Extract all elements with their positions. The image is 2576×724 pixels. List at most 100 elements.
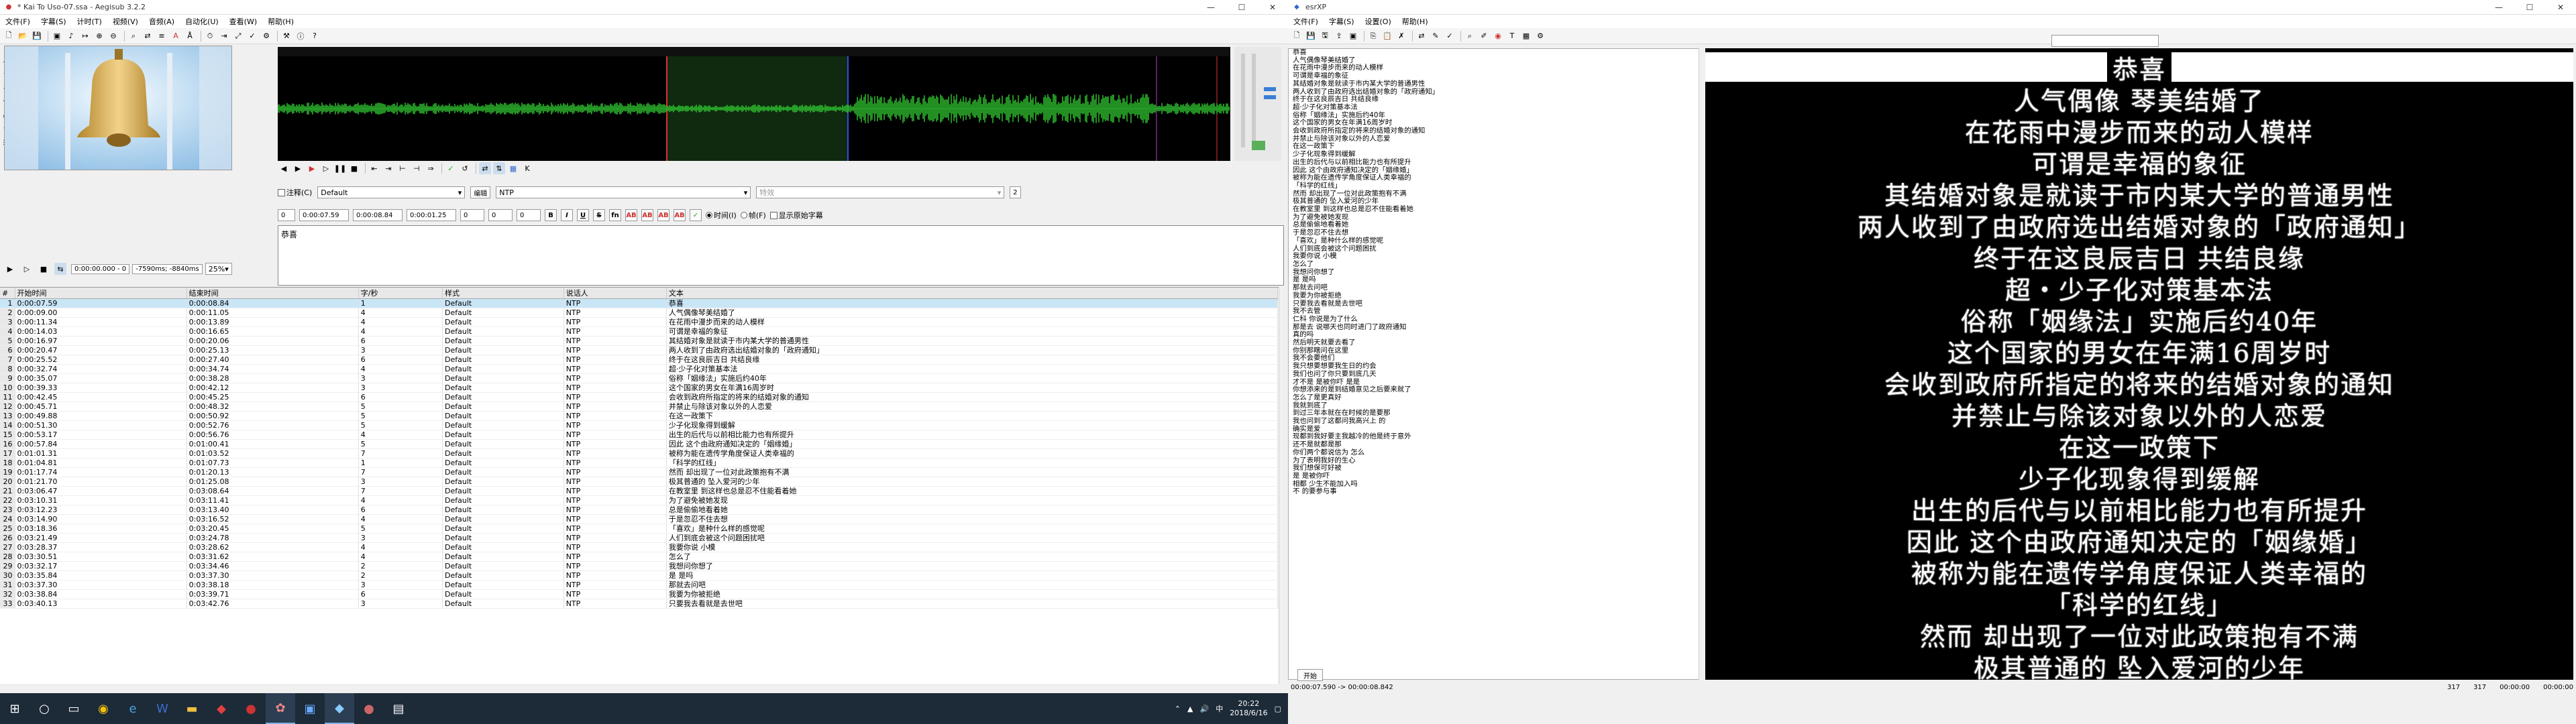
esr-minimize-button[interactable]: — <box>2483 0 2514 15</box>
video-details-icon[interactable]: ⓘ <box>294 30 307 42</box>
grid-row[interactable]: 25 0:03:18.36 0:03:20.45 5 Default NTP 「喜欢」是种什… <box>0 524 1279 534</box>
karaoke-icon[interactable]: K <box>521 162 533 174</box>
help-icon[interactable]: ? <box>309 30 321 42</box>
esr-list-item[interactable]: 人们到底会被这个问题困扰 <box>1293 245 1699 253</box>
app-icon-3[interactable]: ▣ <box>295 693 325 724</box>
esr-preview-subtitle-line[interactable]: 其结婚对象是就读于市内某大学的普通男性 <box>1705 178 2573 210</box>
esr-preview-subtitle-line[interactable]: 人气偶像 琴美结婚了 <box>1705 84 2573 116</box>
esr-subtitle-list[interactable]: 恭喜 人气偶像琴美结婚了 在花雨中漫步而来的动人模样 可谓是幸福的象征 其结婚对象是就… <box>1288 48 1700 680</box>
video-play-line-icon[interactable]: ▷ <box>21 263 33 275</box>
primary-color-button[interactable]: AB <box>625 209 637 221</box>
grid-column-header[interactable]: # <box>0 288 15 299</box>
esr-list-item[interactable]: 「喜欢」是种什么样的感觉呢 <box>1293 237 1699 245</box>
esr-list-item[interactable]: 相都 少生不能加入吗 <box>1293 480 1699 489</box>
aegi-menu-item[interactable]: 自动化(U) <box>180 16 224 27</box>
find-icon[interactable]: ⌕ <box>127 30 140 42</box>
frame-radio[interactable]: 帧(F) <box>740 210 766 221</box>
grid-row[interactable]: 29 0:03:32.17 0:03:34.46 2 Default NTP 我想问你想了 <box>0 561 1279 571</box>
automation-icon[interactable]: ⚙ <box>260 30 272 42</box>
effect-input[interactable]: 特效 ▾ <box>756 186 1005 198</box>
resample-icon[interactable]: ⤢ <box>232 30 244 42</box>
esr-preview-subtitle-line[interactable]: 这个国家的男女在年满16周岁时 <box>1705 336 2573 368</box>
esr-menu-item[interactable]: 文件(F) <box>1288 16 1324 27</box>
esr-list-item[interactable]: 仁科 你说是为了什么 <box>1293 315 1699 324</box>
italic-button[interactable]: I <box>561 209 573 221</box>
esr-list-item[interactable]: 被称为能在遗传学角度保证人类幸福的 <box>1293 174 1699 182</box>
ie-icon[interactable]: e <box>118 693 148 724</box>
grid-row[interactable]: 32 0:03:38.84 0:03:39.71 6 Default NTP 我要为你被拒绝 <box>0 589 1279 599</box>
prev-line-icon[interactable]: ◀ <box>278 162 290 174</box>
esr-list-item[interactable]: 现都到我好要主我越冷的他是终于意外 <box>1293 433 1699 441</box>
minimize-button[interactable]: — <box>1195 0 1226 15</box>
video-play-icon[interactable]: ▶ <box>4 263 16 275</box>
margin-vertical-field[interactable]: 0 <box>517 209 541 221</box>
close-button[interactable]: ✕ <box>1257 0 1288 15</box>
aegi-menu-item[interactable]: 帮助(H) <box>262 16 299 27</box>
aegi-menu-item[interactable]: 计时(T) <box>72 16 107 27</box>
show-original-checkbox[interactable]: 显示原始字幕 <box>769 210 823 221</box>
notification-icon[interactable]: ▢ <box>1275 705 1281 713</box>
grid-row[interactable]: 10 0:00:39.33 0:00:42.12 3 Default NTP 这个国家的男女… <box>0 383 1279 393</box>
esr-list-item[interactable]: 会收到政府所指定的将来的结婚对象的通知 <box>1293 127 1699 135</box>
esr-list-item[interactable]: 你别那瞎问在这里 <box>1293 347 1699 355</box>
end-time-field[interactable]: 0:00:08.84 <box>353 209 402 221</box>
esr-list-item[interactable]: 是 是吗 <box>1293 276 1699 284</box>
tray-up-icon[interactable]: ⌃ <box>1175 705 1181 713</box>
properties-icon[interactable]: ≡ <box>156 30 168 42</box>
grid-row[interactable]: 4 0:00:14.03 0:00:16.65 4 Default NTP 可谓是幸福的象征 <box>0 326 1279 337</box>
esr-search-input[interactable] <box>2051 35 2159 47</box>
esr-menu-item[interactable]: 帮助(H) <box>1397 16 1434 27</box>
esr-export-icon[interactable]: ⇪ <box>1333 30 1345 42</box>
network-icon[interactable]: ▲ <box>1187 705 1193 713</box>
margin-left-field[interactable]: 0 <box>460 209 484 221</box>
aegi-menu-item[interactable]: 视频(V) <box>107 16 144 27</box>
styles-manager-icon[interactable]: A <box>170 30 182 42</box>
esr-list-item[interactable]: 「科学的红线」 <box>1293 182 1699 190</box>
spectrum-icon[interactable]: ▦ <box>507 162 519 174</box>
grid-row[interactable]: 17 0:01:01.31 0:01:03.52 7 Default NTP 被称为能在遗传… <box>0 448 1279 459</box>
app-icon-2[interactable]: ● <box>236 693 266 724</box>
grid-row[interactable]: 22 0:03:10.31 0:03:11.41 4 Default NTP 为了避免被她发… <box>0 495 1279 505</box>
esr-list-item[interactable]: 是 是被你吓 <box>1293 472 1699 481</box>
grid-row[interactable]: 24 0:03:14.90 0:03:16.52 4 Default NTP 于是忽忍不住去… <box>0 514 1279 524</box>
aegisub-task-icon[interactable]: ✿ <box>266 693 295 724</box>
aegi-menu-item[interactable]: 字幕(S) <box>36 16 72 27</box>
esr-list-item[interactable]: 出生的后代与以前相比能力也有所提升 <box>1293 158 1699 167</box>
esr-open-icon[interactable]: 🗋 <box>1291 30 1303 42</box>
app-icon-4[interactable]: ● <box>354 693 384 724</box>
esr-list-item[interactable]: 并禁止与除该对象以外的人恋爱 <box>1293 135 1699 143</box>
underline-button[interactable]: U <box>577 209 589 221</box>
esr-list-item[interactable]: 超·少子化对策基本法 <box>1293 103 1699 112</box>
grid-row[interactable]: 11 0:00:42.45 0:00:45.25 6 Default NTP 会收到政府所指… <box>0 392 1279 402</box>
esr-preview-subtitle-line[interactable]: 然而 却出现了一位对此政策抱有不满 <box>1705 619 2573 652</box>
esr-list-item[interactable]: 我想问你想了 <box>1293 268 1699 277</box>
layer-field[interactable]: 0 <box>278 209 295 221</box>
esr-save-as-icon[interactable]: 🖫 <box>1319 30 1331 42</box>
bold-button[interactable]: B <box>545 209 557 221</box>
grid-row[interactable]: 28 0:03:30.51 0:03:31.62 4 Default NTP 怎么了 <box>0 552 1279 562</box>
grid-row[interactable]: 20 0:01:21.70 0:01:25.08 3 Default NTP 极其普通的 坠… <box>0 477 1279 487</box>
play-selection-icon[interactable]: ▶ <box>306 162 318 174</box>
audio-waveform[interactable] <box>278 47 1230 161</box>
video-display[interactable] <box>4 46 232 170</box>
esr-preview-subtitle-line[interactable]: 在花雨中漫步而来的动人模样 <box>1705 115 2573 147</box>
secondary-color-button[interactable]: AB <box>641 209 653 221</box>
esr-preview-subtitle-line[interactable]: 俗称「姻缘法」实施后约40年 <box>1705 304 2573 337</box>
grid-column-header[interactable]: 开始时间 <box>15 288 187 299</box>
word-icon[interactable]: W <box>148 693 177 724</box>
esr-list-item[interactable]: 在教室里 到这样也总是忍不住能看着她 <box>1293 205 1699 214</box>
esr-list-item[interactable]: 总是偷偷地看着她 <box>1293 221 1699 229</box>
esr-preview-subtitle-line[interactable]: 在这一政策下 <box>1705 430 2573 463</box>
explorer-icon[interactable]: ▬ <box>177 693 207 724</box>
volume-icon[interactable]: 🔊 <box>1199 705 1209 713</box>
grid-row[interactable]: 13 0:00:49.88 0:00:50.92 5 Default NTP 在这一政策下 <box>0 411 1279 421</box>
zoom-in-icon[interactable]: ⊕ <box>93 30 105 42</box>
ime-icon[interactable]: 中 <box>1216 703 1223 714</box>
style-assistant-icon[interactable]: Å <box>184 30 196 42</box>
aegi-menu-item[interactable]: 音频(A) <box>144 16 180 27</box>
grid-row[interactable]: 23 0:03:12.23 0:03:13.40 6 Default NTP 总是偷偷地看着… <box>0 505 1279 515</box>
app-icon-1[interactable]: ◆ <box>207 693 236 724</box>
open-video-icon[interactable]: ▣ <box>51 30 63 42</box>
esr-list-item[interactable]: 我们想保可好被 <box>1293 465 1699 473</box>
taskbar-clock[interactable]: 20:22 2018/6/16 <box>1230 699 1267 718</box>
